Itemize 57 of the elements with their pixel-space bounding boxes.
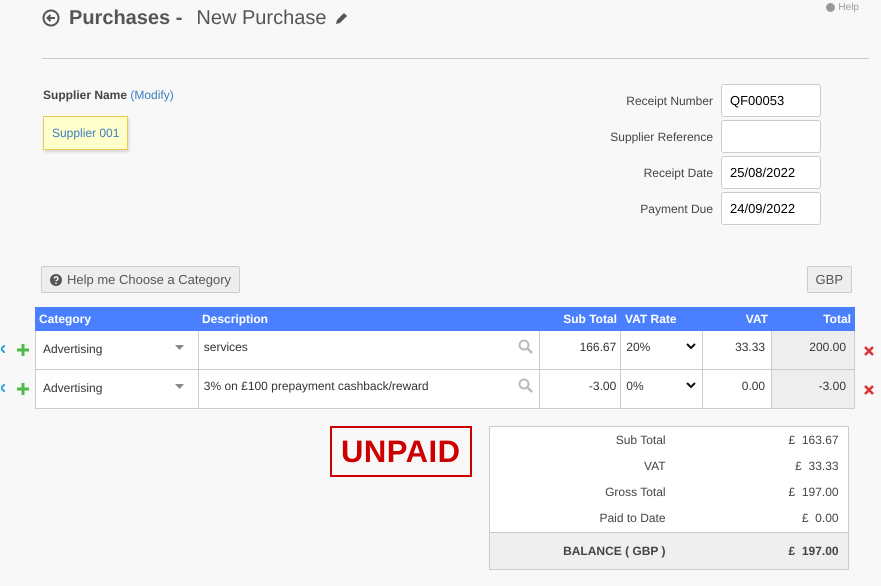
column-header: VAT Rate [624,311,678,328]
input-field[interactable]: 25/08/2022 [721,156,821,189]
category-help-button[interactable]: Help me Choose a Category [41,266,240,293]
summary-label: Gross Total [604,484,666,501]
column-header: Description [201,311,270,328]
back-circle-icon[interactable] [42,8,60,26]
field-label: Receipt Date [644,164,713,182]
input-field[interactable]: QF00053 [721,84,821,117]
drag-handle-icon[interactable] [1,384,5,392]
supplier-name-label: Supplier Name [43,88,128,102]
vat-rate-select[interactable]: 20% [621,331,704,369]
page-subtitle: New Purchase [196,6,326,30]
summary-amount: £ 33.33 [794,458,840,475]
balance-label: BALANCE ( GBP ) [562,543,666,560]
chevron-down-icon [686,343,696,350]
question-circle-icon [50,274,62,286]
input-field[interactable] [721,120,821,153]
drag-handle-icon[interactable] [1,345,5,353]
supplier-tag[interactable]: Supplier 001 [43,116,128,150]
column-header: Category [38,311,92,328]
field-label: Receipt Number [626,92,713,110]
search-icon[interactable] [518,339,534,354]
category-dropdown[interactable]: Advertising [36,370,199,408]
column-header: Sub Total [562,311,618,328]
page-title: Purchases - [69,6,182,30]
total-cell: -3.00 [772,370,855,408]
field-label: Supplier Reference [610,128,713,146]
pencil-icon[interactable] [335,10,350,24]
balance-amount: £ 197.00 [788,543,840,560]
description-field[interactable]: services [198,331,540,369]
caret-icon [174,384,184,389]
field-label: Payment Due [640,200,713,218]
delete-row-icon[interactable] [864,346,874,356]
summary-amount: £ 163.67 [788,432,840,449]
column-header: Total [822,311,852,328]
unpaid-stamp: UNPAID [330,426,472,477]
vat-rate-select[interactable]: 0% [621,370,704,408]
summary-amount: £ 197.00 [788,484,840,501]
caret-icon [174,345,184,350]
summary-label: Sub Total [614,432,666,449]
summary-amount: £ 0.00 [800,510,840,527]
sub-total-field[interactable]: 166.67 [540,331,622,369]
add-row-icon[interactable] [17,344,29,356]
search-icon[interactable] [518,378,534,393]
column-header: VAT [744,311,769,328]
description-field[interactable]: 3% on £100 prepayment cashback/reward [198,370,540,408]
modify-link[interactable]: (Modify) [130,88,174,102]
currency-button[interactable]: GBP [806,266,852,293]
sub-total-field[interactable]: -3.00 [540,370,622,408]
chevron-down-icon [686,382,696,389]
summary-label: Paid to Date [598,510,666,527]
category-dropdown[interactable]: Advertising [36,331,199,369]
total-cell: 200.00 [772,331,855,369]
summary-label: VAT [642,458,666,475]
delete-row-icon[interactable] [864,385,874,395]
input-field[interactable]: 24/09/2022 [721,192,821,225]
add-row-icon[interactable] [17,383,29,395]
